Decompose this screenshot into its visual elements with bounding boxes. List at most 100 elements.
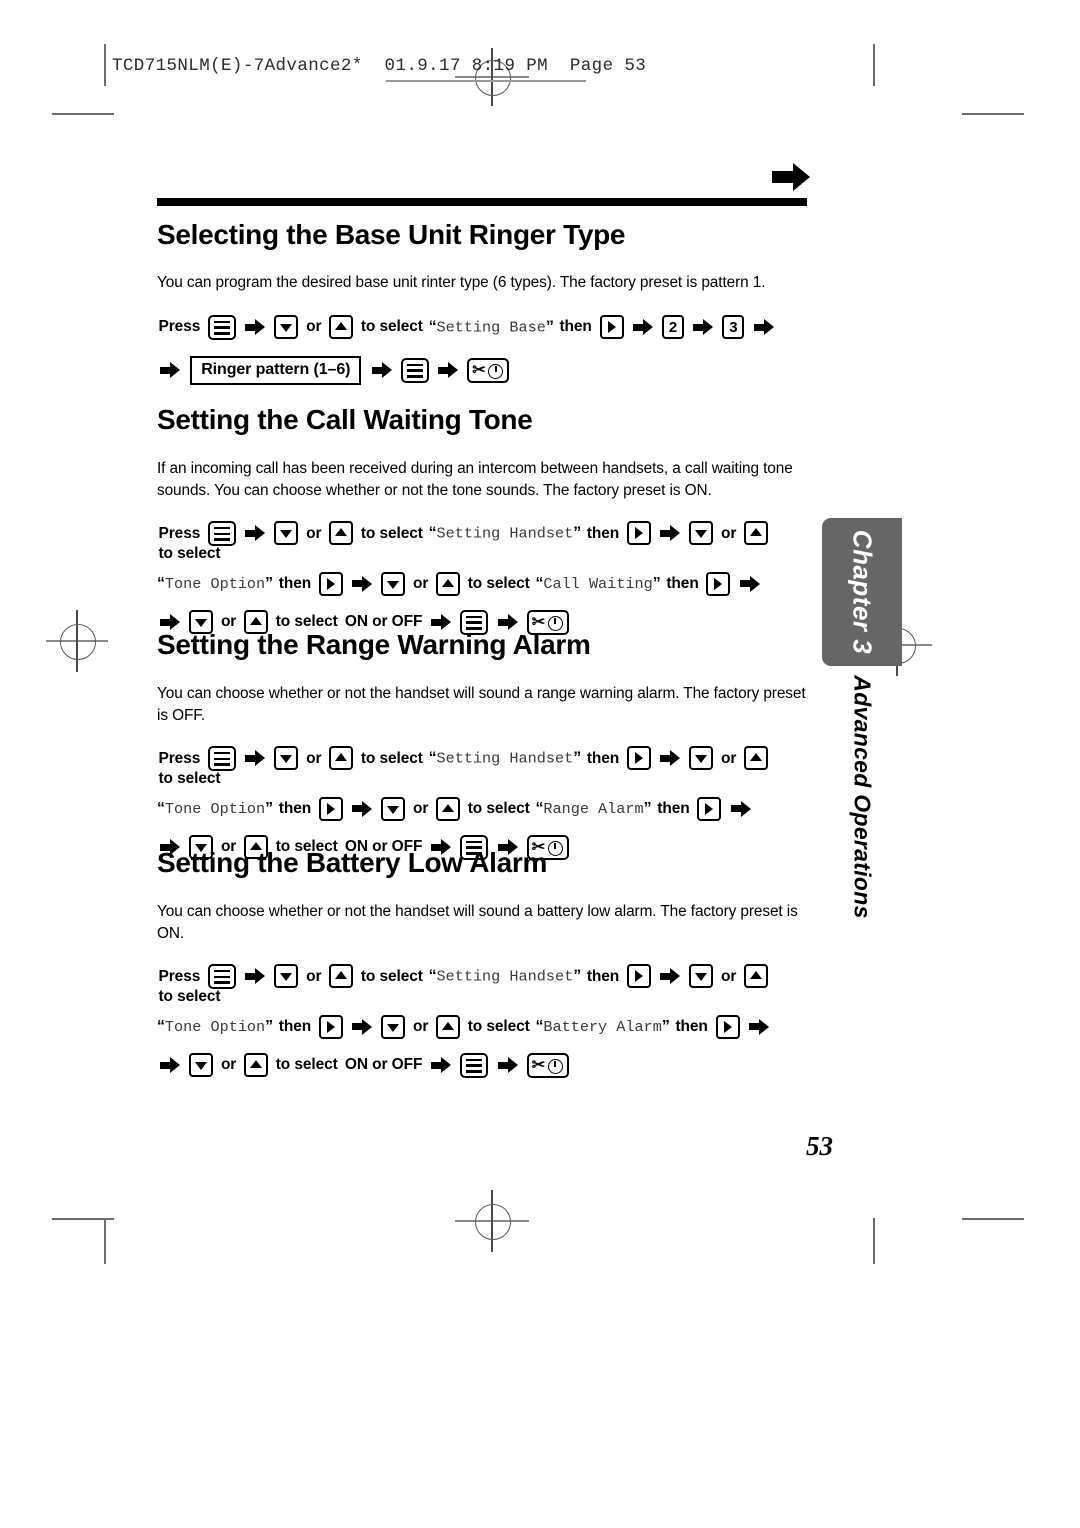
page-title: Setting the Range Warning Alarm: [157, 629, 591, 660]
then-label: then: [278, 574, 312, 592]
step-arrow-icon: [160, 362, 180, 379]
right-arrow-key-icon[interactable]: [626, 746, 651, 771]
title-divider-rule: [157, 198, 807, 206]
right-arrow-key-icon[interactable]: [706, 571, 731, 596]
down-arrow-key-icon[interactable]: [274, 315, 299, 340]
then-label: then: [559, 318, 592, 336]
menu-target-text: Tone Option: [164, 799, 266, 818]
right-arrow-key-icon[interactable]: [697, 796, 722, 821]
section-body-text: You can choose whether or not the handse…: [157, 903, 798, 942]
menu-key-icon[interactable]: [207, 314, 236, 340]
step-arrow-icon: [438, 362, 459, 379]
section-body-text: You can program the desired base unit ri…: [157, 274, 766, 292]
menu-target-text: Call Waiting: [543, 574, 653, 593]
close-quote: ”: [265, 799, 274, 817]
step-arrow-icon: [431, 614, 452, 631]
down-arrow-key-icon[interactable]: [689, 521, 714, 546]
close-quote: ”: [573, 524, 582, 542]
down-arrow-key-icon[interactable]: [274, 521, 299, 546]
step-arrow-icon: [160, 614, 180, 631]
step-arrow-icon: [739, 575, 760, 592]
step-arrow-icon: [660, 525, 681, 542]
down-arrow-key-icon[interactable]: [189, 1053, 214, 1078]
or-label: or: [220, 1056, 237, 1074]
step-arrow-icon: [245, 525, 266, 542]
menu-key-icon[interactable]: [460, 1052, 489, 1078]
section-range-warning-alarm: Setting the Range Warning Alarm You can …: [157, 630, 807, 860]
or-label: or: [721, 524, 737, 542]
or-label: or: [306, 318, 322, 336]
then-label: then: [666, 574, 699, 592]
or-label: or: [306, 967, 322, 985]
instruction-line: Ringer pattern (1–6) ✂: [157, 355, 807, 385]
menu-target-text: Setting Handset: [436, 749, 574, 768]
up-arrow-key-icon[interactable]: [436, 571, 461, 596]
close-quote: ”: [643, 799, 652, 817]
down-arrow-key-icon[interactable]: [381, 796, 406, 821]
instruction-line: or to select ON or OFF ✂: [157, 1052, 807, 1078]
page-title: Setting the Battery Low Alarm: [157, 847, 548, 878]
down-arrow-key-icon[interactable]: [689, 746, 714, 771]
open-quote: “: [157, 799, 165, 817]
numeric-key-2[interactable]: 2: [661, 315, 684, 340]
up-arrow-key-icon[interactable]: [436, 796, 461, 821]
up-arrow-key-icon[interactable]: [329, 964, 354, 989]
down-arrow-key-icon[interactable]: [274, 746, 299, 771]
up-arrow-key-icon[interactable]: [744, 964, 769, 989]
or-label: or: [306, 524, 322, 542]
menu-key-icon[interactable]: [207, 963, 236, 989]
instruction-line: Press or to select “Setting Handset” the…: [157, 745, 807, 787]
close-quote: ”: [265, 1017, 274, 1035]
or-label: or: [413, 574, 429, 592]
or-label: or: [413, 799, 429, 817]
step-arrow-icon: [431, 1057, 452, 1074]
right-arrow-key-icon[interactable]: [318, 796, 343, 821]
close-quote: ”: [652, 574, 661, 592]
menu-target-text: Tone Option: [164, 1017, 266, 1036]
or-label: or: [721, 967, 737, 985]
menu-key-icon[interactable]: [400, 357, 429, 383]
up-arrow-key-icon[interactable]: [243, 1053, 268, 1078]
then-label: then: [586, 749, 620, 767]
close-quote: ”: [573, 749, 582, 767]
then-label: then: [278, 799, 312, 817]
chapter-tab-subtitle: Advanced Operations: [849, 675, 876, 919]
to-select-label: to select: [467, 1017, 530, 1035]
down-arrow-key-icon[interactable]: [381, 571, 406, 596]
down-arrow-key-icon[interactable]: [381, 1014, 406, 1039]
press-label: Press: [158, 967, 201, 985]
step-arrow-icon: [632, 319, 653, 336]
phone-off-key-icon[interactable]: ✂: [467, 357, 510, 383]
close-quote: ”: [265, 574, 274, 592]
up-arrow-key-icon[interactable]: [329, 746, 354, 771]
up-arrow-key-icon[interactable]: [436, 1014, 461, 1039]
up-arrow-key-icon[interactable]: [329, 315, 354, 340]
numeric-key-3[interactable]: 3: [722, 315, 745, 340]
right-arrow-key-icon[interactable]: [626, 521, 651, 546]
step-arrow-icon: [371, 362, 392, 379]
press-label: Press: [158, 524, 201, 542]
menu-target-text: Setting Handset: [436, 524, 574, 543]
down-arrow-key-icon[interactable]: [274, 964, 299, 989]
right-arrow-key-icon[interactable]: [318, 571, 343, 596]
document-page: Selecting the Base Unit Ringer Type You …: [0, 0, 1080, 1528]
ringer-pattern-box[interactable]: Ringer pattern (1–6): [190, 355, 362, 385]
right-arrow-key-icon[interactable]: [318, 1014, 343, 1039]
step-arrow-icon: [160, 1057, 180, 1074]
down-arrow-key-icon[interactable]: [689, 964, 714, 989]
up-arrow-key-icon[interactable]: [329, 521, 354, 546]
up-arrow-key-icon[interactable]: [744, 521, 769, 546]
menu-key-icon[interactable]: [207, 745, 236, 771]
step-arrow-icon: [497, 614, 518, 631]
right-arrow-key-icon[interactable]: [715, 1014, 740, 1039]
right-arrow-key-icon[interactable]: [626, 964, 651, 989]
up-arrow-key-icon[interactable]: [744, 746, 769, 771]
on-off-label: ON or OFF: [344, 613, 423, 631]
phone-off-key-icon[interactable]: ✂: [526, 1052, 569, 1078]
menu-key-icon[interactable]: [207, 520, 236, 546]
step-arrow-icon: [497, 1057, 518, 1074]
open-quote: “: [157, 574, 165, 592]
step-arrow-icon: [730, 800, 751, 817]
section-body-text: If an incoming call has been received du…: [157, 460, 793, 499]
right-arrow-key-icon[interactable]: [599, 315, 624, 340]
